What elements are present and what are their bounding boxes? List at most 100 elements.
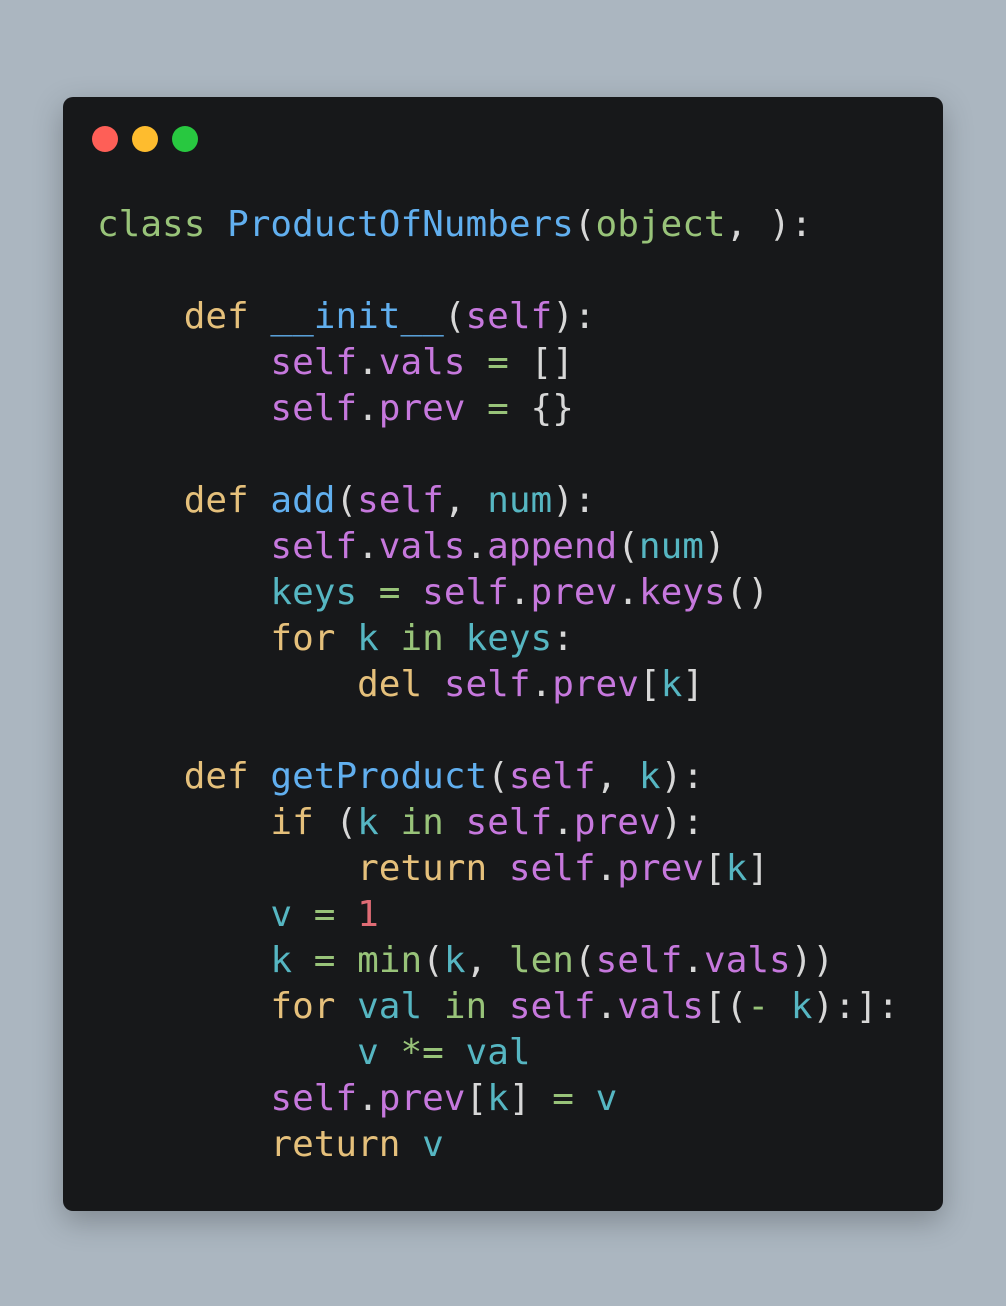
code-token: append (487, 526, 618, 567)
code-token: self (270, 342, 358, 383)
code-token: prev (617, 848, 704, 889)
code-token: k (790, 986, 813, 1027)
code-token: ) (703, 526, 726, 567)
code-token: object (595, 204, 726, 245)
code-token: del (357, 664, 423, 705)
code-token: k (443, 940, 466, 981)
code-token: ( (422, 940, 444, 981)
code-line: k = min(k, len(self.vals)) (97, 938, 899, 984)
code-token: k (638, 756, 661, 797)
code-token: def (183, 756, 249, 797)
code-token: def (183, 480, 249, 521)
code-token: . (357, 342, 379, 383)
code-token: k (357, 618, 379, 659)
code-token: add (270, 480, 336, 521)
code-token: ( (443, 296, 466, 337)
code-token: 1 (357, 894, 379, 935)
page-background: { "window": { "controls": [ {"name": "cl… (0, 0, 1006, 1306)
code-token: k (660, 664, 683, 705)
code-token: ( (617, 526, 639, 567)
zoom-dot-icon[interactable] (172, 126, 198, 152)
code-token: num (487, 480, 553, 521)
code-token: [( (703, 986, 748, 1027)
code-token: , ): (725, 204, 813, 245)
code-token: vals (704, 940, 791, 981)
code-token: )) (790, 940, 835, 981)
code-token: . (357, 1078, 379, 1119)
code-token: self (270, 388, 358, 429)
close-dot-icon[interactable] (92, 126, 118, 152)
code-line: v *= val (97, 1030, 899, 1076)
code-token: class (97, 204, 206, 245)
code-token: [ (465, 1078, 488, 1119)
code-token: prev (573, 802, 661, 843)
code-token: . (465, 526, 488, 567)
code-token: return (270, 1124, 401, 1165)
code-token: k (270, 940, 293, 981)
code-token: prev (552, 664, 639, 705)
code-token: prev (530, 572, 618, 613)
code-token: ( (573, 940, 596, 981)
code-token: self (465, 296, 553, 337)
code-token: ( (335, 480, 358, 521)
code-token: in (443, 986, 488, 1027)
code-token: self (508, 756, 596, 797)
code-token: min (357, 940, 423, 981)
code-token: . (595, 848, 618, 889)
code-token: v (270, 894, 293, 935)
code-token: ( (313, 802, 358, 843)
code-token: self (465, 802, 553, 843)
code-token: [] (508, 342, 574, 383)
code-token: - (747, 986, 770, 1027)
code-token: ): (660, 756, 704, 797)
code-token: len (508, 940, 574, 981)
code-line: def getProduct(self, k): (97, 754, 899, 800)
code-token: k (357, 802, 379, 843)
code-line: self.prev = {} (97, 386, 899, 432)
code-token: = (487, 342, 509, 383)
code-line: return v (97, 1122, 899, 1168)
code-token: [ (703, 848, 726, 889)
code-line: class ProductOfNumbers(object, ): (97, 202, 899, 248)
code-token: for (270, 986, 336, 1027)
code-token: = (313, 940, 336, 981)
code-token: return (357, 848, 488, 889)
code-token: , (443, 480, 488, 521)
code-token: self (357, 480, 444, 521)
code-token: v (357, 1032, 379, 1073)
code-line: self.prev[k] = v (97, 1076, 899, 1122)
code-token: [ (638, 664, 661, 705)
minimize-dot-icon[interactable] (132, 126, 158, 152)
code-token: ):]: (812, 986, 900, 1027)
code-token: val (357, 986, 423, 1027)
code-token: vals (378, 526, 466, 567)
code-token: . (682, 940, 705, 981)
